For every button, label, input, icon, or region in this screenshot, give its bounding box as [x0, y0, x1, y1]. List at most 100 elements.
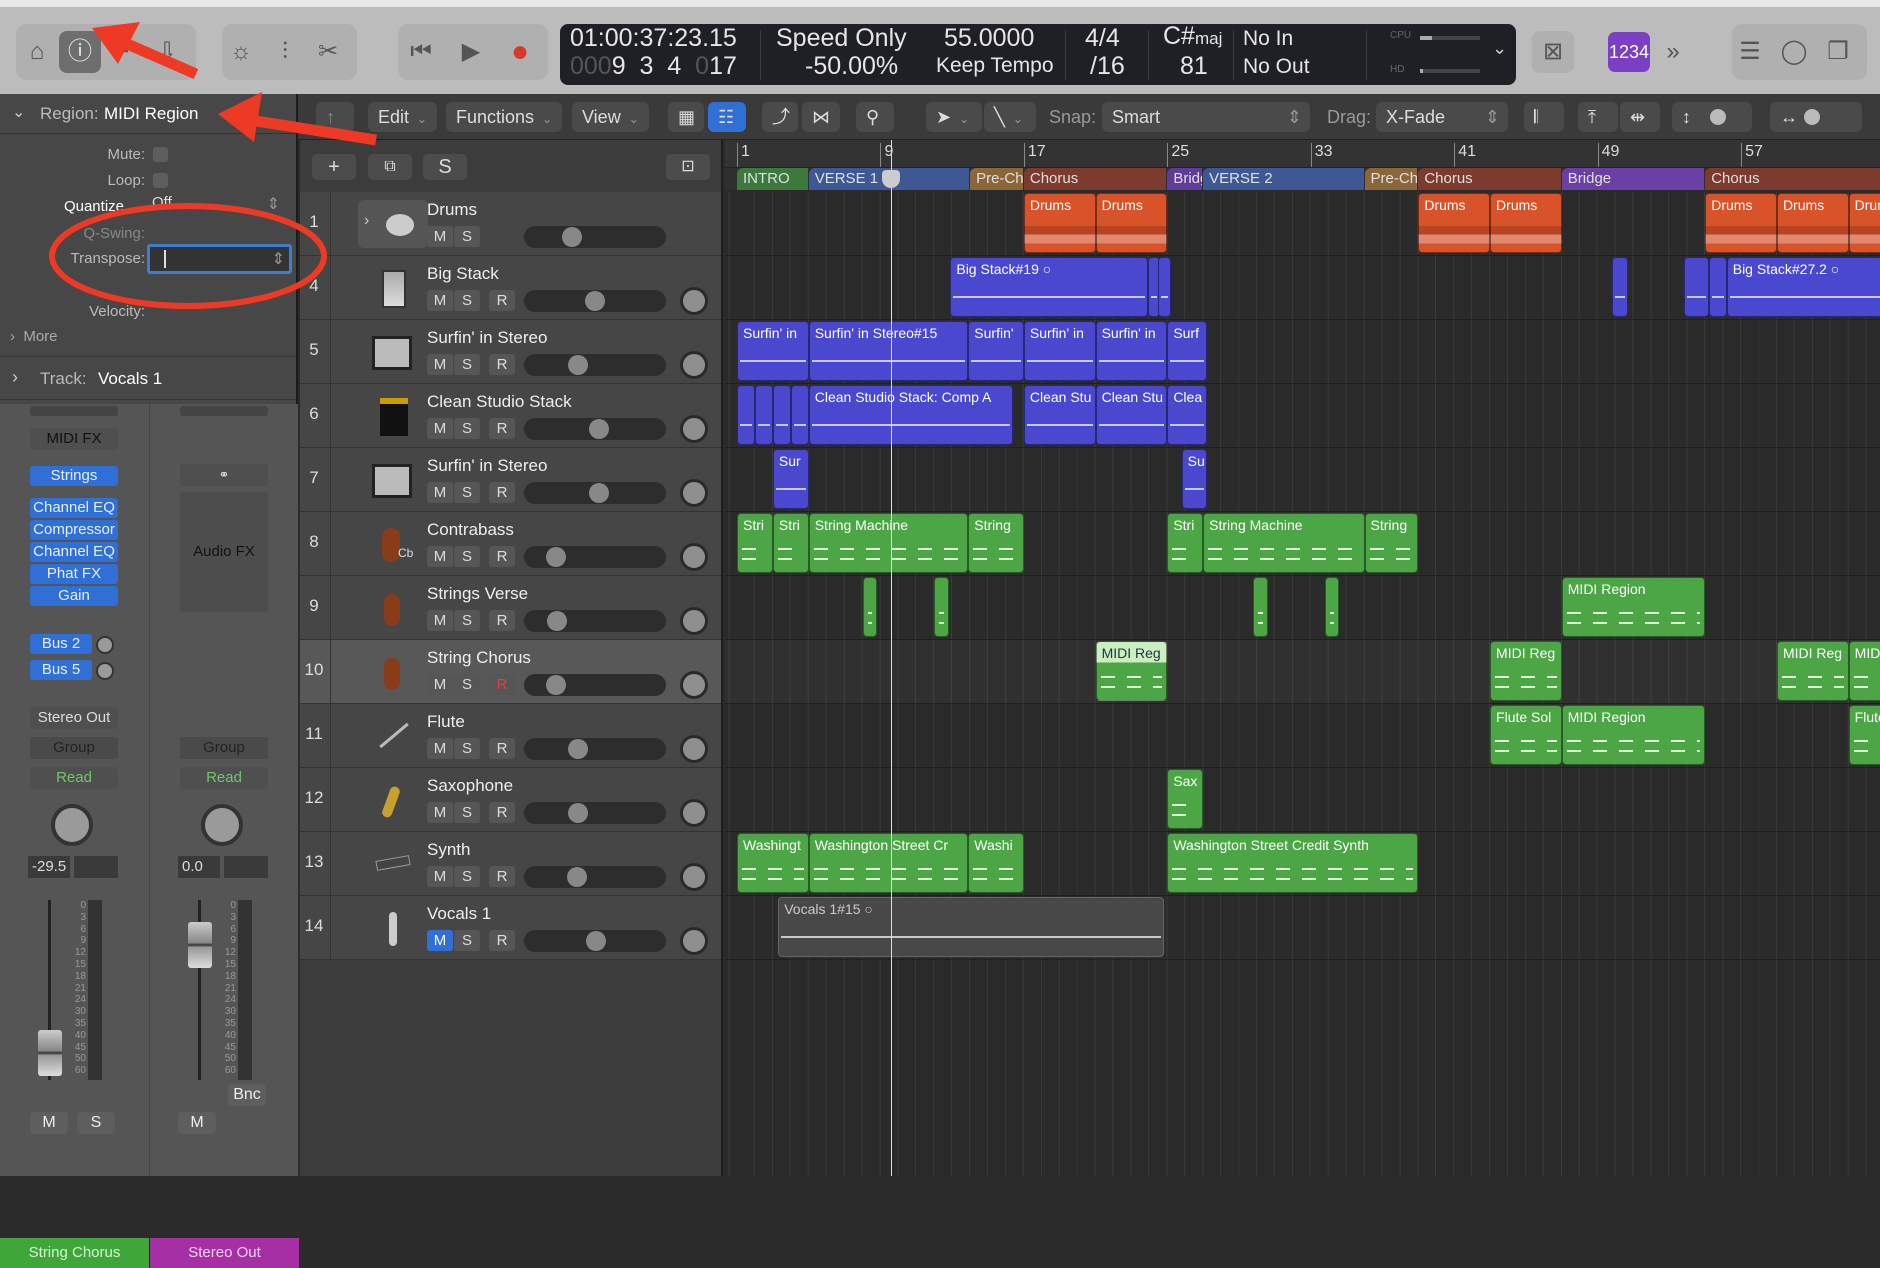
solo-button[interactable]: S	[454, 290, 480, 311]
pan-knob[interactable]	[51, 804, 93, 846]
region[interactable]: Surfin' in	[1023, 321, 1096, 381]
region[interactable]: Drums	[1490, 193, 1562, 253]
info-icon[interactable]: ⓘ	[59, 31, 101, 73]
setting-slot[interactable]	[180, 406, 268, 416]
record-enable-button[interactable]: R	[489, 418, 515, 439]
play-icon[interactable]: ▶	[450, 31, 492, 73]
region[interactable]: Washington Street Cr	[808, 833, 969, 893]
region[interactable]: Drums	[1848, 193, 1880, 253]
quantize-dropdown[interactable]: Off ⇕	[134, 194, 284, 216]
mute-button[interactable]: M	[427, 482, 453, 503]
region[interactable]: Clea	[1167, 385, 1207, 445]
drag-dropdown[interactable]: X-Fade ⇕	[1376, 102, 1508, 132]
track-header-surfin-in-stereo[interactable]: 5 Surfin' in Stereo M S R	[300, 320, 721, 384]
marker-bridge[interactable]: Bridge	[1167, 168, 1203, 190]
region[interactable]	[1253, 577, 1268, 637]
mute-button[interactable]: M	[427, 610, 453, 631]
pan-knob[interactable]	[680, 287, 708, 315]
volume-slider-thumb[interactable]	[585, 291, 605, 311]
download-icon[interactable]: ⇩	[146, 31, 188, 73]
vertical-zoom-slider[interactable]: ↕	[1672, 102, 1752, 132]
region[interactable]: Surfin'	[968, 321, 1024, 381]
transpose-field[interactable]: ⇕	[147, 244, 292, 274]
solo-button[interactable]: S	[454, 226, 480, 247]
track-lanes[interactable]: Drums Drums Drums Drums Drums Drums Drums Big S…	[725, 192, 1880, 1176]
volume-slider-thumb[interactable]	[547, 611, 568, 631]
mute-button[interactable]: M	[427, 866, 453, 887]
volume-slider[interactable]	[524, 290, 666, 312]
audio-fx-slot[interactable]: Audio FX	[180, 492, 268, 612]
pointer-tool[interactable]: ➤ ⌄	[926, 102, 982, 132]
record-enable-button[interactable]: R	[489, 930, 515, 951]
region[interactable]: MIDI Reg	[1776, 641, 1849, 701]
solo-button[interactable]: S	[454, 930, 480, 951]
mute-button[interactable]: M	[30, 1112, 68, 1134]
rewind-icon[interactable]: ⏮	[400, 31, 442, 73]
track-lane[interactable]: Flute Sol MIDI Region Flute	[725, 704, 1880, 768]
pan-knob[interactable]	[680, 863, 708, 891]
stereo-link-icon[interactable]: ⚭	[180, 464, 268, 486]
volume-value[interactable]: 0.0	[178, 856, 220, 878]
record-enable-button[interactable]: R	[489, 866, 515, 887]
track-lane[interactable]: Drums Drums Drums Drums Drums Drums Drums	[725, 192, 1880, 256]
volume-slider[interactable]	[524, 482, 666, 504]
mute-button[interactable]: M	[178, 1112, 216, 1134]
volume-slider-thumb[interactable]	[586, 931, 607, 951]
volume-fader[interactable]	[188, 922, 212, 968]
track-header-strings-verse[interactable]: 9 Strings Verse M S R	[300, 576, 721, 640]
functions-menu[interactable]: Functions ⌄	[446, 102, 563, 132]
mute-button[interactable]: M	[427, 930, 453, 951]
marker-intro[interactable]: INTRO	[737, 168, 808, 190]
mixer-icon[interactable]: ⫶	[264, 31, 306, 73]
region[interactable]: MIDI Reg	[1095, 641, 1168, 701]
catch-content-icon[interactable]: ⊡	[666, 154, 710, 180]
volume-slider-thumb[interactable]	[567, 803, 588, 823]
channel-name[interactable]: Stereo Out	[150, 1238, 299, 1268]
count-in-button[interactable]: 1234	[1608, 32, 1650, 72]
track-lane[interactable]: MIDI Reg MIDI Reg MIDI Reg MIDI	[725, 640, 1880, 704]
volume-slider-thumb[interactable]	[545, 675, 566, 695]
region[interactable]: Su	[1181, 449, 1207, 509]
region[interactable]: String Machine	[1203, 513, 1365, 573]
region[interactable]: Clean Stu	[1023, 385, 1096, 445]
automation-icon[interactable]: ⤴	[762, 102, 798, 132]
track-lane[interactable]: Washingt Washington Street Cr Washi Washing…	[725, 832, 1880, 896]
region[interactable]: Vocals 1#15 ○	[778, 897, 1164, 957]
volume-slider-thumb[interactable]	[561, 227, 582, 247]
record-enable-button[interactable]: R	[489, 802, 515, 823]
mute-button[interactable]: M	[427, 418, 453, 439]
duplicate-track-icon[interactable]: ⧉	[368, 154, 412, 180]
region[interactable]: Washington Street Credit Synth	[1167, 833, 1419, 893]
region[interactable]: MIDI	[1848, 641, 1880, 701]
region[interactable]: Flute Sol	[1490, 705, 1562, 765]
flex-icon[interactable]: ⋈	[802, 102, 840, 132]
pan-knob[interactable]	[680, 479, 708, 507]
volume-slider[interactable]	[524, 546, 666, 568]
region[interactable]	[790, 385, 809, 445]
view-menu[interactable]: View ⌄	[572, 102, 649, 132]
track-lane[interactable]: Surfin' in Surfin' in Stereo#15 Surfin' Sur…	[725, 320, 1880, 384]
loop-checkbox[interactable]	[153, 173, 168, 188]
track-header-big-stack[interactable]: 4 Big Stack M S R	[300, 256, 721, 320]
plugin-slot[interactable]: Compressor	[30, 520, 118, 540]
solo-button[interactable]: S	[454, 354, 480, 375]
region[interactable]: Stri	[1167, 513, 1204, 573]
marker-bridge[interactable]: Bridge	[1561, 168, 1705, 190]
close-icon[interactable]: ⊠	[1532, 31, 1574, 73]
playhead[interactable]	[891, 140, 893, 1176]
mute-button[interactable]: M	[427, 546, 453, 567]
volume-slider[interactable]	[524, 802, 666, 824]
solo-button[interactable]: S	[454, 418, 480, 439]
region[interactable]: Drums	[1776, 193, 1849, 253]
slider-thumb[interactable]	[1804, 109, 1820, 125]
volume-slider[interactable]	[524, 418, 666, 440]
pan-knob[interactable]	[680, 415, 708, 443]
region[interactable]: Sur	[772, 449, 809, 509]
edit-menu[interactable]: Edit ⌄	[368, 102, 438, 132]
volume-slider[interactable]	[524, 866, 666, 888]
region[interactable]: Drums	[1418, 193, 1491, 253]
plugin-slot[interactable]: Channel EQ	[30, 542, 118, 562]
volume-slider-thumb[interactable]	[545, 547, 566, 567]
record-enable-button[interactable]: R	[489, 674, 515, 695]
browsers-icon[interactable]: ❐	[1817, 31, 1859, 73]
